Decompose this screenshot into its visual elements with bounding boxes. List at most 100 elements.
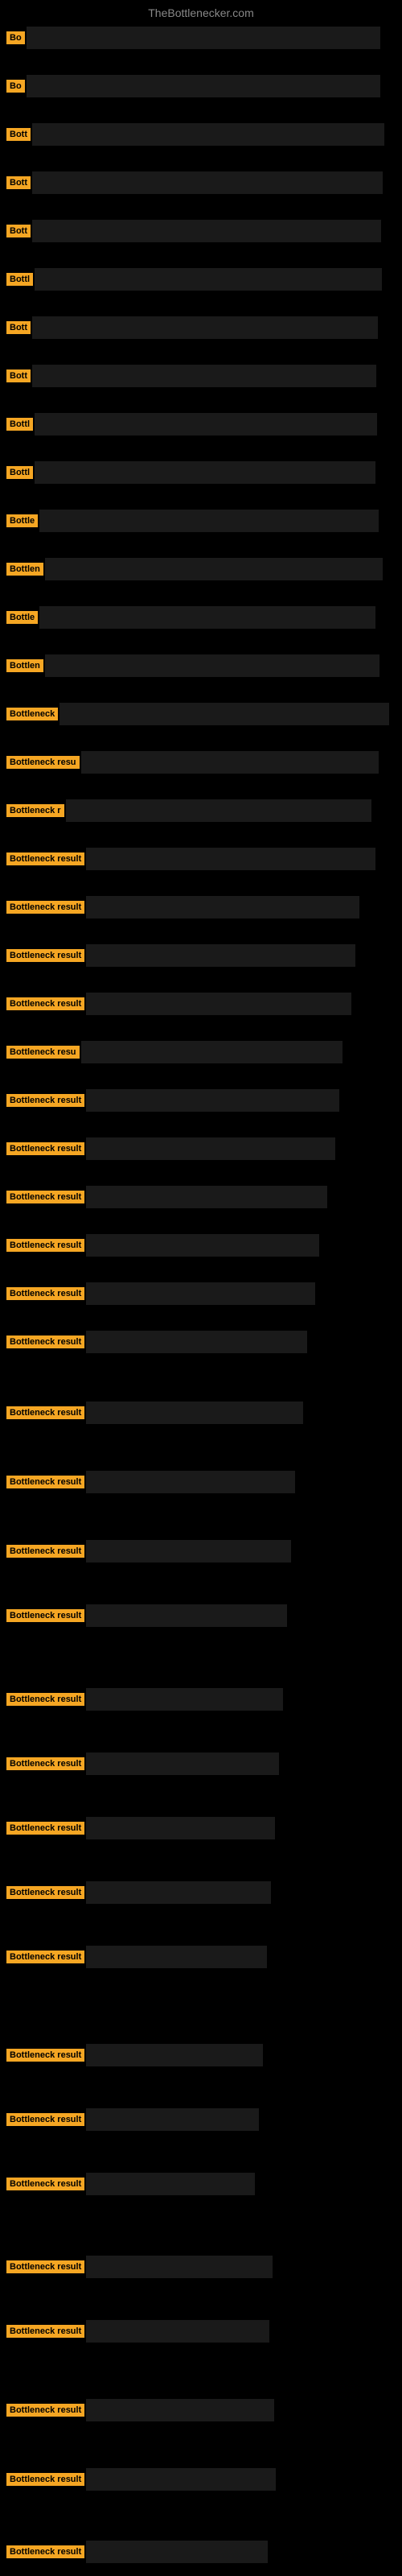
bottleneck-label: Bottleneck result bbox=[6, 1191, 84, 1203]
bottleneck-label: Bottl bbox=[6, 466, 33, 479]
list-item: Bottleneck result bbox=[0, 2462, 402, 2497]
bottleneck-label: Bottleneck result bbox=[6, 2404, 84, 2417]
list-item: Bottleneck resu bbox=[0, 745, 402, 780]
dark-bar bbox=[86, 1282, 315, 1305]
dark-bar bbox=[32, 316, 378, 339]
bottleneck-label: Bottle bbox=[6, 514, 38, 527]
list-item: Bottleneck result bbox=[0, 1083, 402, 1118]
list-item: Bottleneck result bbox=[0, 986, 402, 1022]
dark-bar bbox=[27, 27, 380, 49]
list-item: Bottl bbox=[0, 407, 402, 442]
dark-bar bbox=[32, 123, 384, 146]
dark-bar bbox=[35, 413, 377, 436]
bottleneck-label: Bottleneck resu bbox=[6, 756, 80, 769]
list-item: Bo bbox=[0, 68, 402, 104]
dark-bar bbox=[86, 2256, 273, 2278]
bottleneck-label: Bottleneck result bbox=[6, 852, 84, 865]
list-item: Bottleneck result bbox=[0, 1228, 402, 1263]
list-item: Bottleneck result bbox=[0, 841, 402, 877]
dark-bar bbox=[45, 654, 379, 677]
dark-bar bbox=[86, 2108, 259, 2131]
dark-bar bbox=[59, 703, 389, 725]
bottleneck-label: Bott bbox=[6, 176, 31, 189]
dark-bar bbox=[86, 2468, 276, 2491]
bottleneck-label: Bottle bbox=[6, 611, 38, 624]
bottleneck-label: Bottl bbox=[6, 273, 33, 286]
dark-bar bbox=[86, 1331, 307, 1353]
bottleneck-label: Bott bbox=[6, 321, 31, 334]
list-item: Bottleneck result bbox=[0, 2392, 402, 2428]
list-item: Bottleneck result bbox=[0, 2037, 402, 2073]
bottleneck-label: Bottleneck result bbox=[6, 2260, 84, 2273]
bottleneck-label: Bottleneck bbox=[6, 708, 58, 720]
dark-bar bbox=[39, 510, 379, 532]
list-item: Bottleneck result bbox=[0, 1464, 402, 1500]
list-item: Bottle bbox=[0, 503, 402, 539]
dark-bar bbox=[86, 1946, 267, 1968]
bottleneck-label: Bottleneck result bbox=[6, 2049, 84, 2062]
dark-bar bbox=[39, 606, 375, 629]
list-item: Bottleneck result bbox=[0, 2249, 402, 2285]
bottleneck-label: Bottleneck result bbox=[6, 1094, 84, 1107]
dark-bar bbox=[35, 461, 375, 484]
list-item: Bottleneck result bbox=[0, 1746, 402, 1781]
dark-bar bbox=[86, 1137, 335, 1160]
list-item: Bott bbox=[0, 165, 402, 200]
dark-bar bbox=[86, 1817, 275, 1839]
dark-bar bbox=[32, 365, 376, 387]
list-item: Bottlen bbox=[0, 551, 402, 587]
dark-bar bbox=[81, 751, 379, 774]
dark-bar bbox=[86, 993, 351, 1015]
bottleneck-label: Bottleneck result bbox=[6, 2325, 84, 2338]
list-item: Bottl bbox=[0, 262, 402, 297]
bottleneck-label: Bottleneck result bbox=[6, 949, 84, 962]
site-title: TheBottlenecker.com bbox=[0, 0, 402, 23]
list-item: Bottle bbox=[0, 600, 402, 635]
bottleneck-label: Bottleneck result bbox=[6, 1287, 84, 1300]
list-item: Bottleneck result bbox=[0, 1939, 402, 1975]
list-item: Bottleneck result bbox=[0, 1598, 402, 1633]
bottleneck-label: Bottleneck result bbox=[6, 997, 84, 1010]
list-item: Bottleneck result bbox=[0, 1875, 402, 1910]
bottleneck-label: Bottleneck result bbox=[6, 1239, 84, 1252]
list-item: Bottlen bbox=[0, 648, 402, 683]
bottleneck-label: Bottleneck resu bbox=[6, 1046, 80, 1059]
bottleneck-label: Bott bbox=[6, 128, 31, 141]
list-item: Bott bbox=[0, 117, 402, 152]
dark-bar bbox=[86, 1881, 271, 1904]
list-item: Bottleneck result bbox=[0, 1682, 402, 1717]
bottleneck-label: Bottleneck result bbox=[6, 1757, 84, 1770]
list-item: Bottleneck result bbox=[0, 2102, 402, 2137]
list-item: Bottleneck r bbox=[0, 793, 402, 828]
dark-bar bbox=[86, 2320, 269, 2343]
dark-bar bbox=[86, 896, 359, 919]
bottleneck-label: Bo bbox=[6, 31, 25, 44]
list-item: Bott bbox=[0, 213, 402, 249]
list-item: Bottleneck result bbox=[0, 1276, 402, 1311]
list-item: Bottleneck result bbox=[0, 938, 402, 973]
list-item: Bottleneck result bbox=[0, 1534, 402, 1569]
list-item: Bottleneck result bbox=[0, 2534, 402, 2570]
bottleneck-label: Bottleneck result bbox=[6, 2545, 84, 2558]
dark-bar bbox=[86, 1186, 327, 1208]
dark-bar bbox=[66, 799, 371, 822]
list-item: Bottleneck result bbox=[0, 1179, 402, 1215]
dark-bar bbox=[86, 1604, 287, 1627]
bottleneck-label: Bottlen bbox=[6, 563, 43, 576]
dark-bar bbox=[45, 558, 383, 580]
list-item: Bottleneck bbox=[0, 696, 402, 732]
bottleneck-label: Bottleneck result bbox=[6, 1335, 84, 1348]
bottleneck-label: Bottleneck result bbox=[6, 1142, 84, 1155]
dark-bar bbox=[86, 1540, 291, 1563]
list-item: Bottleneck result bbox=[0, 2166, 402, 2202]
list-item: Bottleneck result bbox=[0, 1395, 402, 1430]
list-item: Bott bbox=[0, 310, 402, 345]
dark-bar bbox=[81, 1041, 343, 1063]
bottleneck-label: Bottleneck result bbox=[6, 1886, 84, 1899]
bottleneck-label: Bottleneck result bbox=[6, 901, 84, 914]
dark-bar bbox=[35, 268, 382, 291]
bottleneck-label: Bottleneck result bbox=[6, 1609, 84, 1622]
bottleneck-label: Bottleneck result bbox=[6, 2473, 84, 2486]
bottleneck-label: Bottleneck result bbox=[6, 2113, 84, 2126]
list-item: Bottl bbox=[0, 455, 402, 490]
